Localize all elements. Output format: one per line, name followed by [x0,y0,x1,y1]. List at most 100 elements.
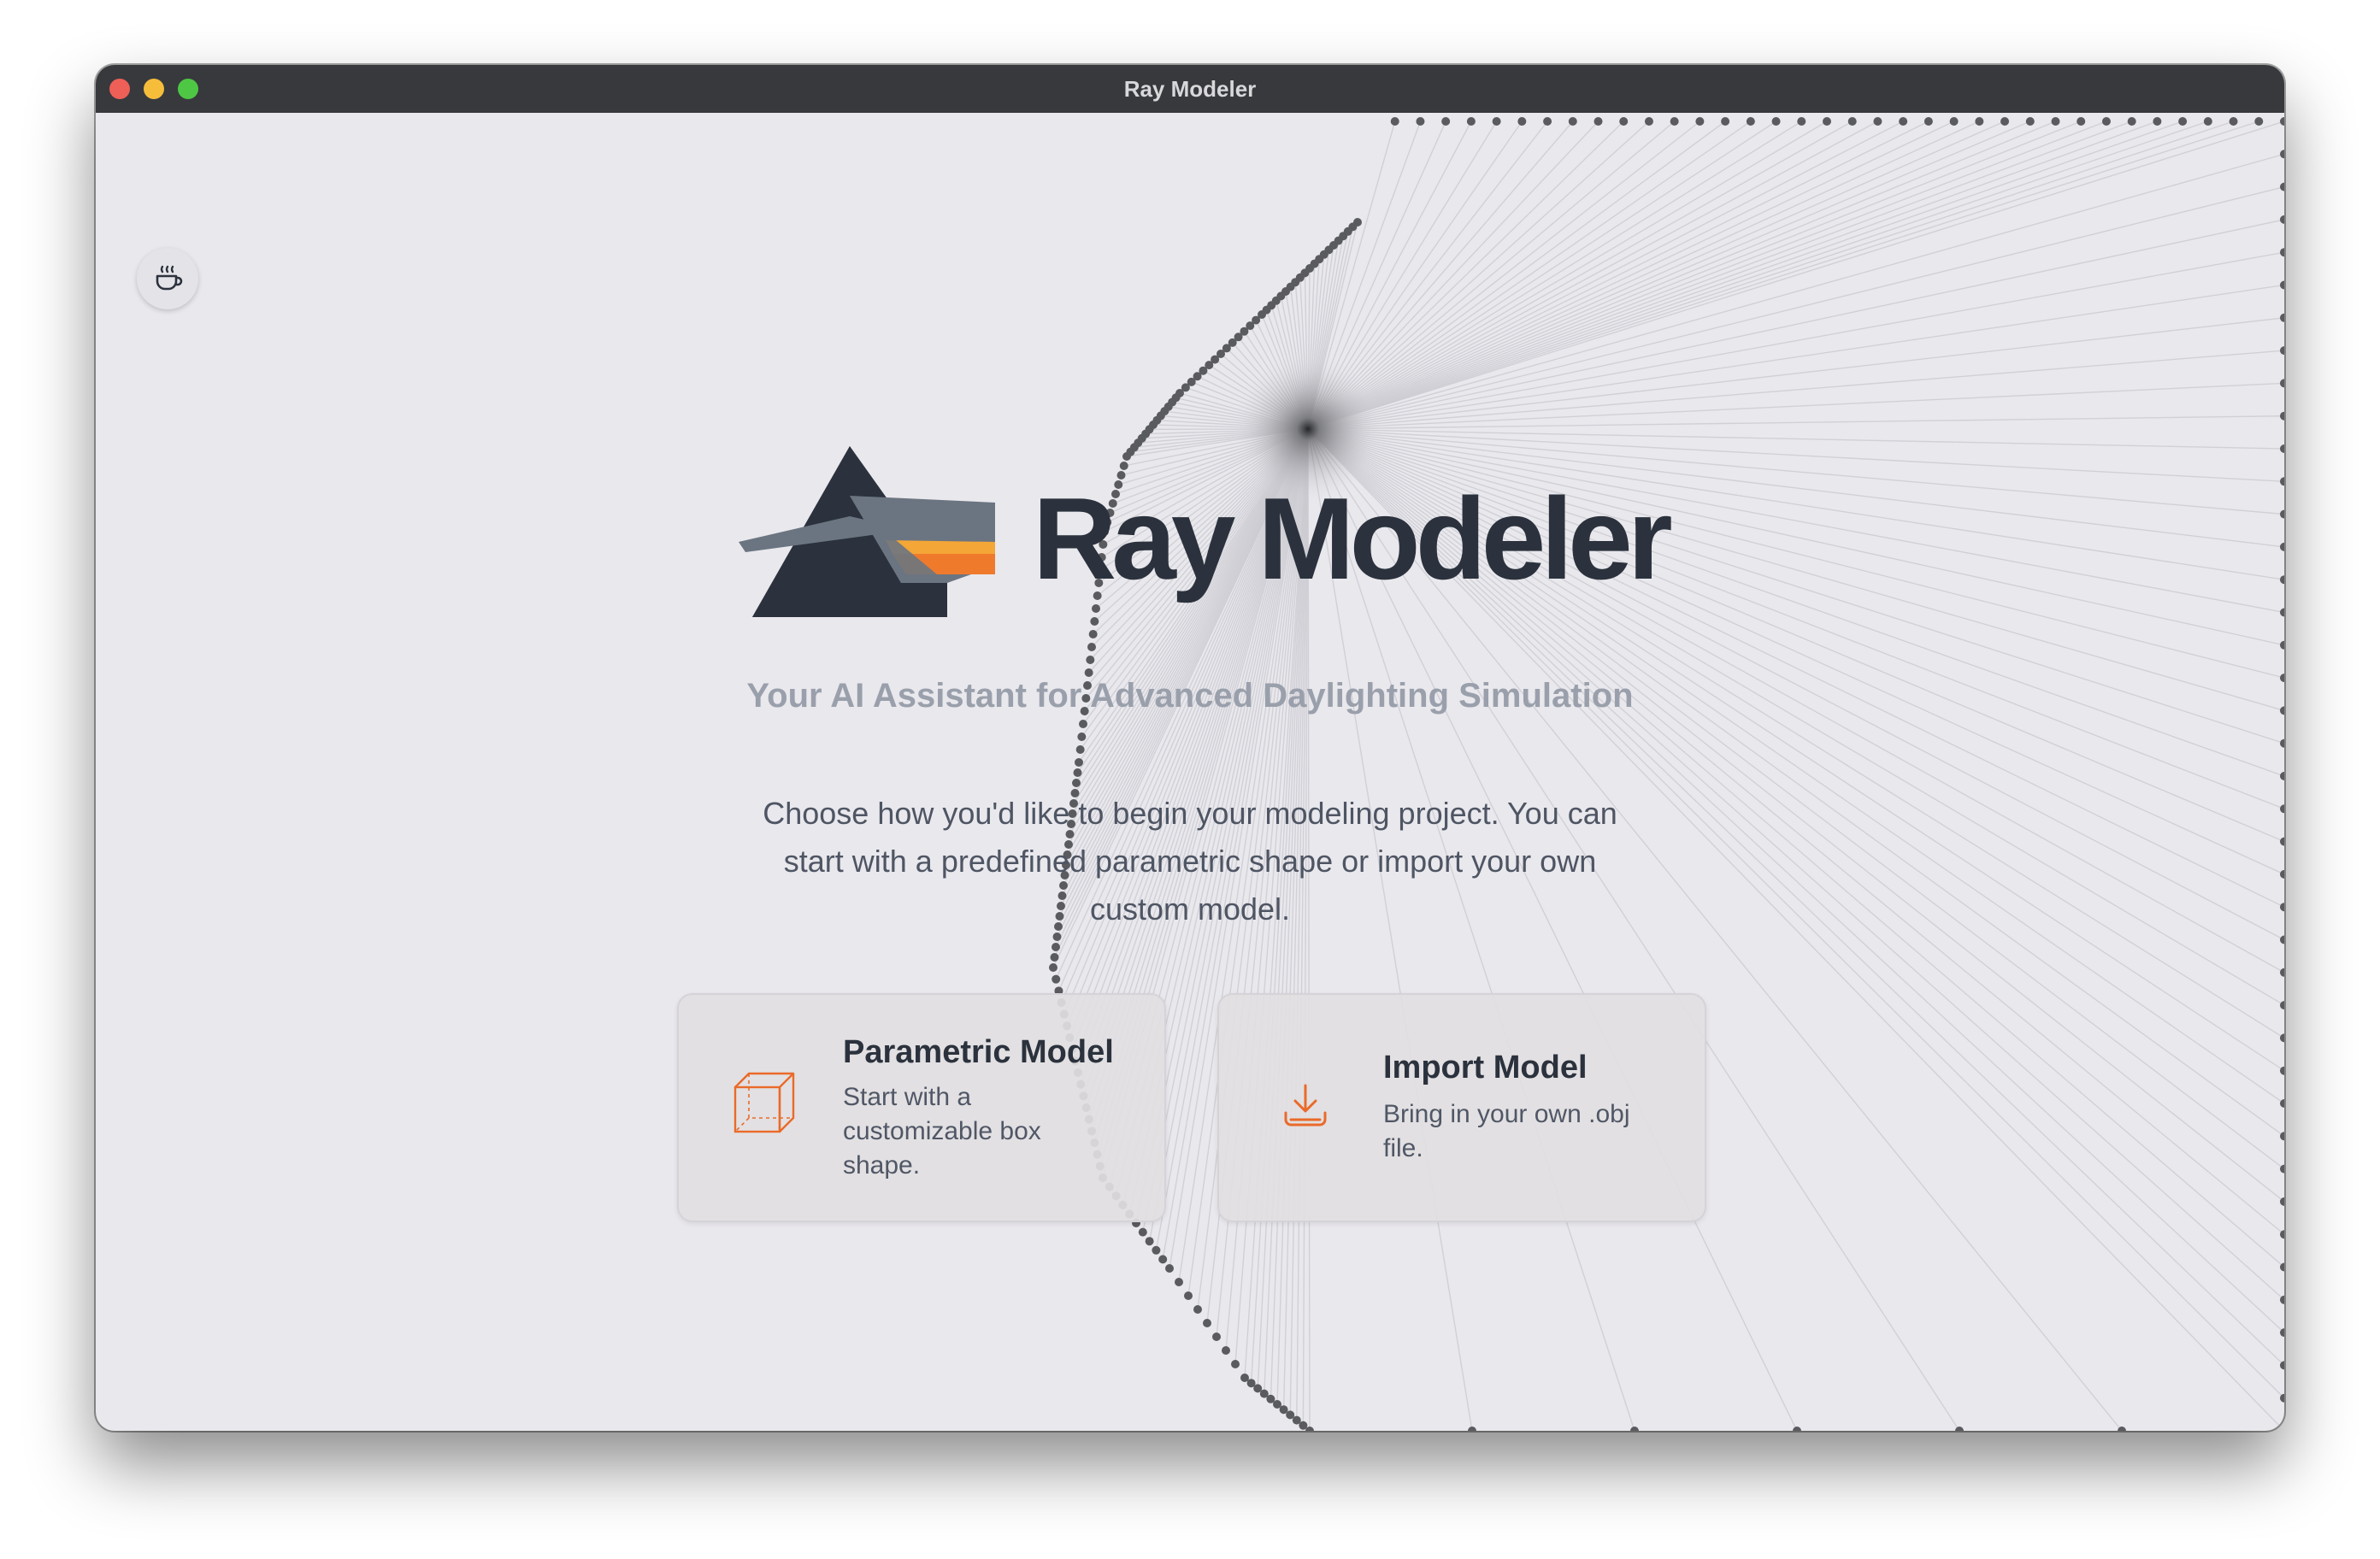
ray-line [1307,185,2284,430]
import-model-title: Import Model [1383,1050,1588,1085]
ray-hit-dot [1670,117,1679,126]
ray-hit-dot [1793,1427,1801,1431]
ray-hit-dot [1087,643,1096,651]
ray-hit-dot [1416,117,1425,126]
ray-line [1307,121,2031,430]
ray-hit-dot [1390,117,1399,126]
title-bar: Ray Modeler [96,65,2284,113]
ray-hit-dot [1175,1278,1183,1286]
ray-hit-dot [2280,935,2284,944]
parametric-model-card[interactable]: Parametric Model Start with a customizab… [677,993,1166,1222]
ray-hit-dot [1231,1360,1240,1368]
ray-hit-dot [2280,248,2284,257]
ray-hit-dot [2280,772,2284,780]
tagline: Your AI Assistant for Advanced Daylighti… [746,677,1634,715]
ray-line [1307,251,2284,430]
ray-hit-dot [1568,117,1577,126]
ray-hit-dot [1212,1333,1221,1341]
ray-hit-dot [2280,313,2284,322]
ray-hit-dot [1847,117,1857,126]
ray-hit-dot [2280,182,2284,191]
ray-hit-dot [1138,1227,1147,1237]
ray-hit-dot [2280,280,2284,290]
ray-hit-dot [2101,117,2111,126]
ray-hit-dot [2051,117,2060,126]
ray-line [1307,153,2284,430]
ray-hit-dot [1122,452,1131,461]
ray-hit-dot [2280,738,2284,748]
ray-hit-dot [1203,1319,1211,1327]
ray-hit-dot [1152,1245,1161,1255]
ray-lines [1052,121,2284,1431]
ray-hit-dot [1771,117,1781,126]
ray-hit-dot [2280,608,2284,617]
ray-hit-dot [2254,117,2264,126]
ray-hit-dot [1184,1291,1193,1300]
ray-hit-dot [2203,117,2212,126]
ray-hit-dot [1543,117,1552,126]
ray-hit-dot [1644,117,1653,126]
ray-hit-dot [2153,117,2162,126]
ray-hit-dot [2280,509,2284,519]
ray-line [1307,317,2284,430]
ray-line [1307,121,1752,430]
ray-hit-dot [2280,150,2284,159]
ray-line [1307,121,2158,430]
ray-hit-dot [1594,117,1603,126]
ray-hit-dot [1092,604,1100,613]
ray-hit-dot [1119,462,1128,470]
parametric-model-description: Start with a customizable box shape. [843,1083,1041,1180]
ray-hit-dot [2280,640,2284,650]
intro-text: Choose how you'd like to begin your mode… [763,796,1617,927]
ray-hit-dot [2280,837,2284,846]
ray-hit-dot [1145,1237,1154,1246]
ray-hit-dot [1073,768,1082,777]
ray-hit-dot [1899,117,1908,126]
ray-hit-dot [2280,869,2284,879]
import-model-description: Bring in your own .obj file. [1383,1100,1630,1162]
ray-hit-dot [1052,943,1060,951]
ray-hit-dot [2280,903,2284,912]
ray-hit-dot [1441,117,1451,126]
window-title: Ray Modeler [1123,76,1257,102]
ray-line [1307,121,2056,430]
ray-line [1307,121,2284,430]
ray-hit-dot [2127,117,2136,126]
ray-hit-dot [1079,720,1087,728]
ray-hit-dot [2280,379,2284,388]
ray-hit-dot [2280,346,2284,356]
ray-line [1307,121,2082,430]
ray-hit-dot [1086,656,1095,664]
ray-hit-dot [1084,668,1093,677]
coffee-button[interactable] [137,248,198,309]
ray-hit-dot [1075,745,1085,754]
ray-hit-dot [1468,1427,1476,1431]
ray-line [1307,121,2006,430]
ray-hit-dot [1517,117,1527,126]
parametric-model-title: Parametric Model [843,1034,1114,1070]
import-model-card[interactable]: Import Model Bring in your own .obj file… [1217,993,1706,1222]
ray-hit-dot [1077,732,1087,741]
ray-hit-dot [2280,477,2284,486]
ray-hit-dot [1090,617,1099,626]
ray-hit-dot [2077,117,2086,126]
ray-hit-dot [1052,932,1062,941]
ray-line [1307,121,1954,430]
ray-hit-dot [1049,963,1057,972]
ray-line [1307,121,1828,430]
ray-hit-dot [1873,117,1882,126]
ray-hit-dot [1975,117,1984,126]
ray-hit-dot [2229,117,2238,126]
ray-hit-dot [1466,117,1476,126]
ray-hit-dot [1158,1255,1168,1264]
ray-line [1307,121,1904,430]
ray-hit-dot [1695,117,1705,126]
ray-trace-background [1049,117,2284,1431]
ray-hit-dot [1746,117,1755,126]
ray-hit-dot [1072,779,1081,787]
main-content: Ray Modeler Your AI Assistant for Advanc… [96,113,2284,1431]
ray-hit-dot [2280,575,2284,585]
ray-line [1307,121,2183,430]
ray-hit-dot [2280,542,2284,551]
ray-hit-dot [1721,117,1730,126]
